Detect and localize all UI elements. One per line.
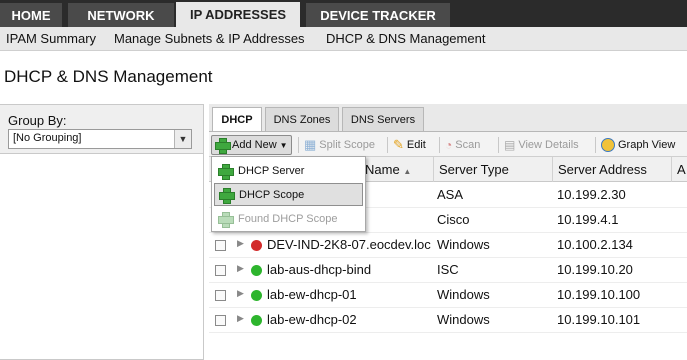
column-server-type[interactable]: Server Type: [433, 157, 552, 182]
server-address: 10.199.4.1: [557, 212, 619, 227]
view-details-label: View Details: [518, 139, 579, 151]
add-icon: [215, 138, 231, 154]
server-name: lab-ew-dhcp-01: [267, 287, 357, 302]
grouping-select-value: [No Grouping]: [13, 132, 82, 144]
expand-arrow-icon[interactable]: ▶: [237, 238, 244, 249]
scan-button[interactable]: ◔ Scan: [445, 135, 480, 155]
grouping-select[interactable]: [No Grouping] ▼: [8, 129, 192, 149]
graph-view-button[interactable]: Graph View: [601, 135, 675, 155]
expand-arrow-icon[interactable]: ▶: [237, 263, 244, 274]
expand-arrow-icon[interactable]: ▶: [237, 288, 244, 299]
status-green-icon: [251, 265, 262, 276]
chevron-down-icon[interactable]: ▼: [174, 130, 191, 148]
server-name: lab-ew-dhcp-02: [267, 312, 357, 327]
table-row[interactable]: ▶ lab-ew-dhcp-02 Windows 10.199.10.101: [209, 308, 687, 333]
top-navigation: HOME NETWORK IP ADDRESSES DEVICE TRACKER: [0, 0, 687, 27]
add-icon: [218, 163, 234, 180]
toolbar-separator: [387, 137, 388, 153]
column-server-address[interactable]: Server Address: [552, 157, 671, 182]
tab-network[interactable]: NETWORK: [68, 3, 174, 27]
table-row[interactable]: ▶ lab-aus-dhcp-bind ISC 10.199.10.20: [209, 258, 687, 283]
tab-dns-servers[interactable]: DNS Servers: [342, 107, 424, 131]
tab-dhcp[interactable]: DHCP: [212, 107, 262, 132]
menu-item-dhcp-server[interactable]: DHCP Server: [214, 159, 363, 182]
add-new-menu: DHCP Server DHCP Scope Found DHCP Scope: [211, 156, 366, 232]
status-green-icon: [251, 290, 262, 301]
toolbar-separator: [439, 137, 440, 153]
server-type: Cisco: [437, 212, 470, 227]
graph-view-label: Graph View: [618, 139, 676, 151]
details-icon: ▤: [504, 138, 516, 152]
server-type: Windows: [437, 237, 490, 252]
menu-item-label: DHCP Server: [238, 164, 305, 177]
subnav-dhcp-dns[interactable]: DHCP & DNS Management: [326, 31, 485, 46]
column-a[interactable]: A: [671, 157, 687, 182]
tab-ip-addresses[interactable]: IP ADDRESSES: [176, 2, 300, 27]
split-scope-button[interactable]: ▦ Split Scope: [304, 135, 375, 155]
edit-label: Edit: [406, 139, 426, 151]
menu-item-found-dhcp-scope[interactable]: Found DHCP Scope: [214, 207, 363, 230]
scan-label: Scan: [455, 139, 481, 151]
server-type: Windows: [437, 287, 490, 302]
status-green-icon: [251, 315, 262, 326]
split-scope-icon: ▦: [304, 137, 317, 152]
column-name-label: Name: [365, 162, 400, 177]
edit-button[interactable]: ✎ Edit: [393, 135, 426, 155]
scan-icon: ◔: [445, 138, 453, 152]
add-icon: [218, 211, 234, 228]
table-row[interactable]: ▶ lab-ew-dhcp-01 Windows 10.199.10.100: [209, 283, 687, 308]
row-checkbox[interactable]: [215, 315, 226, 326]
toolbar-separator: [298, 137, 299, 153]
server-type: ISC: [437, 262, 459, 277]
server-address: 10.199.2.30: [557, 187, 626, 202]
server-address: 10.199.10.20: [557, 262, 633, 277]
toolbar-separator: [595, 137, 596, 153]
pencil-icon: ✎: [393, 137, 404, 152]
subnav-ipam-summary[interactable]: IPAM Summary: [6, 31, 96, 46]
split-scope-label: Split Scope: [319, 139, 375, 151]
row-checkbox[interactable]: [215, 265, 226, 276]
dropdown-arrow-icon: ▼: [279, 140, 288, 150]
server-type: Windows: [437, 312, 490, 327]
toolbar-separator: [498, 137, 499, 153]
add-new-label: Add New: [232, 139, 277, 151]
dhcp-panel: DHCP DNS Zones DNS Servers Add New ▼ ▦ S…: [209, 104, 687, 360]
graph-icon: [601, 138, 615, 152]
server-address: 10.100.2.134: [557, 237, 633, 252]
column-name[interactable]: Name ▲: [359, 157, 433, 182]
tab-device-tracker[interactable]: DEVICE TRACKER: [306, 3, 450, 27]
page-title: DHCP & DNS Management: [4, 67, 213, 86]
group-by-header: Group By: [No Grouping] ▼: [0, 105, 203, 154]
add-icon: [219, 187, 235, 204]
row-checkbox[interactable]: [215, 240, 226, 251]
expand-arrow-icon[interactable]: ▶: [237, 313, 244, 324]
server-address: 10.199.10.101: [557, 312, 641, 327]
menu-item-dhcp-scope[interactable]: DHCP Scope: [214, 183, 363, 206]
toolbar: Add New ▼ ▦ Split Scope ✎ Edit ◔ Scan ▤ …: [209, 131, 687, 157]
server-type: ASA: [437, 187, 464, 202]
table-row[interactable]: ▶ DEV-IND-2K8-07.eocdev.loc Windows 10.100.…: [209, 233, 687, 258]
menu-item-label: Found DHCP Scope: [238, 212, 338, 225]
server-address: 10.199.10.100: [557, 287, 641, 302]
server-name: lab-aus-dhcp-bind: [267, 262, 372, 277]
tab-dns-zones[interactable]: DNS Zones: [265, 107, 339, 131]
sub-navigation: IPAM Summary Manage Subnets & IP Address…: [0, 27, 687, 51]
status-red-icon: [251, 240, 262, 251]
tab-home[interactable]: HOME: [0, 3, 62, 27]
group-by-panel: Group By: [No Grouping] ▼: [0, 104, 204, 360]
server-name: DEV-IND-2K8-07.eocdev.loc: [267, 237, 431, 252]
group-by-label: Group By:: [8, 113, 67, 128]
add-new-button[interactable]: Add New ▼: [211, 135, 292, 155]
view-details-button[interactable]: ▤ View Details: [504, 135, 579, 155]
sort-asc-icon: ▲: [403, 167, 412, 176]
subnav-manage-subnets[interactable]: Manage Subnets & IP Addresses: [114, 31, 305, 46]
row-checkbox[interactable]: [215, 290, 226, 301]
menu-item-label: DHCP Scope: [239, 188, 305, 201]
